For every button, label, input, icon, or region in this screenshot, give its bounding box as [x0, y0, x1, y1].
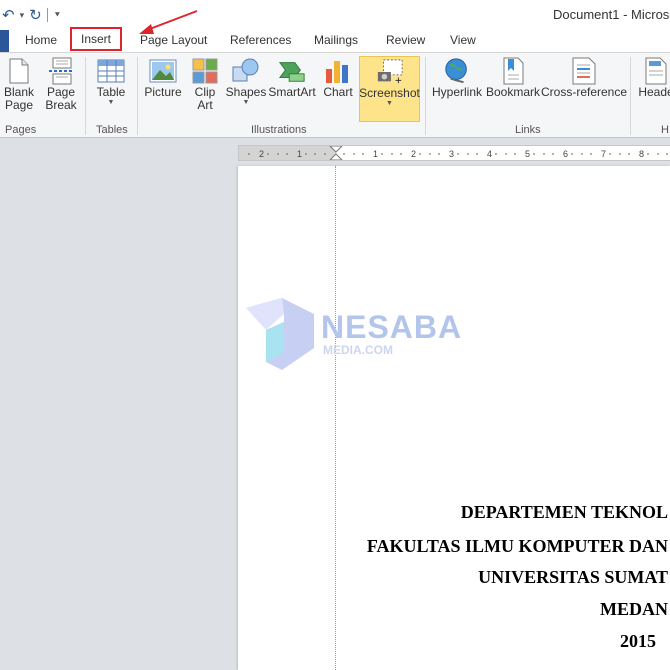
ruler-number: 8 [639, 149, 644, 159]
screenshot-label: Screenshot [359, 86, 420, 100]
smartart-label: SmartArt [268, 85, 316, 99]
clip-art-label-line2: Art [197, 98, 213, 112]
document-line: FAKULTAS ILMU KOMPUTER DAN [366, 536, 668, 556]
tab-view[interactable]: View [450, 33, 476, 47]
page-break-icon [47, 56, 75, 86]
left-margin-guide [335, 166, 336, 670]
table-dropdown-icon: ▼ [107, 99, 115, 106]
screenshot-icon [376, 57, 404, 87]
document-title: Document1 - Microso [553, 7, 670, 22]
group-separator [425, 57, 426, 135]
ruler-number: 4 [487, 149, 492, 159]
blank-page-button[interactable]: Blank Page [3, 56, 35, 112]
watermark-subtext: MEDIA.COM [323, 343, 393, 357]
group-separator [85, 57, 86, 135]
document-line: 2015 [620, 631, 656, 651]
group-separator [630, 57, 631, 135]
ruler-number: 1 [373, 149, 378, 159]
table-label: Table [96, 85, 126, 99]
ruler-number: 7 [601, 149, 606, 159]
tab-mailings[interactable]: Mailings [314, 33, 358, 47]
customize-qat-icon[interactable]: ⯆ [51, 10, 64, 21]
page-break-label-line2: Break [45, 98, 77, 112]
cross-reference-icon [570, 56, 598, 86]
ribbon: Blank Page Page Break Pages Table ▼ Tabl… [0, 52, 670, 138]
tab-home[interactable]: Home [25, 33, 57, 47]
ruler-number: 1 [297, 149, 302, 159]
header-button[interactable]: Heade [636, 56, 670, 99]
cross-reference-label: Cross-reference [540, 85, 628, 99]
tab-references[interactable]: References [230, 33, 291, 47]
undo-dropdown-icon[interactable]: ▾ [17, 10, 28, 21]
chart-label: Chart [323, 85, 353, 99]
document-line: DEPARTEMEN TEKNOL [460, 502, 668, 522]
table-icon [97, 56, 125, 86]
ribbon-tab-bar: Home Insert Page Layout References Maili… [0, 27, 670, 52]
ruler-number: 2 [411, 149, 416, 159]
clip-art-icon [191, 56, 219, 86]
shapes-dropdown-icon: ▼ [242, 99, 250, 106]
header-icon [642, 56, 670, 86]
ruler-number: 3 [449, 149, 454, 159]
horizontal-ruler[interactable]: 2 1 1 2 3 4 5 6 7 8 [238, 145, 670, 161]
ruler-ticks: 2 1 1 2 3 4 5 6 7 8 [248, 146, 668, 160]
smartart-icon [278, 56, 306, 86]
picture-button[interactable]: Picture [143, 56, 183, 99]
picture-label: Picture [144, 85, 182, 99]
ruler-number: 2 [259, 149, 264, 159]
bookmark-label: Bookmark [485, 85, 541, 99]
hyperlink-icon [443, 56, 471, 86]
file-tab[interactable] [0, 30, 9, 52]
redo-icon[interactable]: ↻ [27, 6, 44, 24]
shapes-icon [232, 56, 260, 86]
tab-insert[interactable]: Insert [70, 27, 122, 51]
group-label-links: Links [515, 124, 541, 136]
group-label-illustrations: Illustrations [251, 124, 307, 136]
blank-page-icon [5, 56, 33, 86]
tab-review[interactable]: Review [386, 33, 425, 47]
table-button[interactable]: Table ▼ [94, 56, 128, 107]
smartart-button[interactable]: SmartArt [268, 56, 316, 99]
group-label-header-footer: H [661, 124, 669, 136]
quick-access-toolbar: ↶ ▾ ↻ ⯆ [0, 4, 64, 26]
watermark-text: NESABA [321, 309, 463, 345]
cross-reference-button[interactable]: Cross-reference [540, 56, 628, 99]
bookmark-icon [499, 56, 527, 86]
chart-button[interactable]: Chart [320, 56, 356, 99]
group-label-tables: Tables [96, 124, 128, 136]
watermark-logo-icon [246, 298, 314, 370]
clip-art-button[interactable]: Clip Art [188, 56, 222, 112]
group-label-pages: Pages [5, 124, 37, 136]
screenshot-dropdown-icon: ▼ [386, 100, 393, 107]
hyperlink-label: Hyperlink [431, 85, 482, 99]
group-separator [137, 57, 138, 135]
ruler-number: 5 [525, 149, 530, 159]
header-label: Heade [638, 85, 670, 99]
shapes-button[interactable]: Shapes ▼ [226, 56, 266, 107]
hyperlink-button[interactable]: Hyperlink [430, 56, 484, 99]
picture-icon [149, 56, 177, 86]
blank-page-label-line2: Page [4, 98, 34, 112]
document-line: MEDAN [600, 599, 668, 619]
ruler-number: 6 [563, 149, 568, 159]
chart-icon [324, 56, 352, 86]
hanging-indent-marker [329, 153, 343, 160]
shapes-label: Shapes [225, 85, 267, 99]
title-bar: ↶ ▾ ↻ ⯆ Document1 - Microso [0, 0, 670, 30]
annotation-arrow [139, 10, 198, 34]
document-line: UNIVERSITAS SUMAT [478, 567, 668, 587]
bookmark-button[interactable]: Bookmark [486, 56, 540, 99]
undo-icon[interactable]: ↶ [0, 6, 17, 24]
screenshot-button[interactable]: Screenshot ▼ [359, 56, 420, 122]
qat-separator [46, 8, 48, 22]
document-page[interactable]: NESABA MEDIA.COM DEPARTEMEN TEKNOL FAKUL… [238, 166, 670, 670]
first-line-indent-marker [329, 146, 343, 153]
page-break-button[interactable]: Page Break [45, 56, 77, 112]
